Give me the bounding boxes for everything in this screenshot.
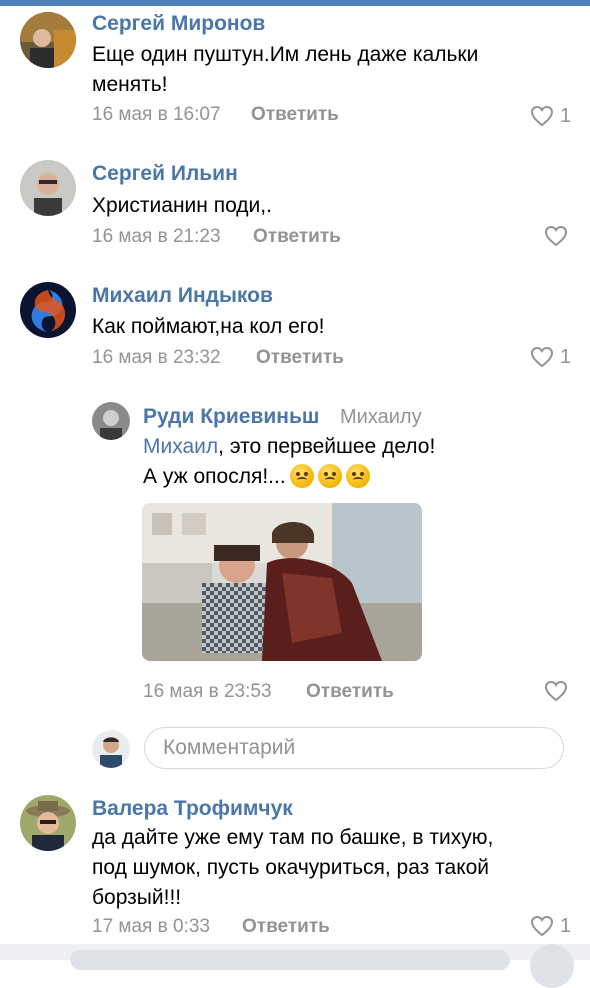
like-count: 1 bbox=[560, 345, 572, 368]
comment-text: Еще один пуштун.Им лень даже кальки меня… bbox=[92, 43, 479, 96]
reply-button[interactable]: Ответить bbox=[306, 681, 394, 703]
reply-button[interactable]: Ответить bbox=[251, 104, 339, 126]
heart-icon bbox=[544, 225, 568, 247]
comment-date[interactable]: 16 мая в 21:23 bbox=[92, 226, 221, 248]
comment-text: да дайте уже ему там по башке, в тихую, … bbox=[92, 826, 494, 909]
like-button[interactable] bbox=[544, 224, 574, 248]
comment-author[interactable]: Сергей Миронов bbox=[92, 12, 265, 36]
sad-emoji-icon bbox=[289, 464, 314, 488]
like-button[interactable] bbox=[544, 679, 574, 703]
sad-emoji-icon bbox=[345, 464, 370, 488]
send-button[interactable] bbox=[530, 944, 574, 988]
reply-author[interactable]: Руди Криевиньш bbox=[143, 405, 319, 429]
comment-author[interactable]: Сергей Ильин bbox=[92, 162, 238, 186]
heart-icon bbox=[544, 680, 568, 702]
like-button[interactable]: 1 bbox=[530, 914, 571, 938]
reply-text: Михаил, это первейшее дело! bbox=[143, 432, 435, 462]
comment-text: Как поймают,на кол его! bbox=[92, 315, 325, 338]
heart-icon bbox=[530, 915, 554, 937]
mention-link[interactable]: Михаил bbox=[143, 435, 218, 458]
like-button[interactable]: 1 bbox=[530, 345, 571, 369]
avatar[interactable] bbox=[20, 795, 76, 851]
reply-to-label[interactable]: Михаилу bbox=[340, 406, 422, 429]
avatar[interactable] bbox=[20, 12, 76, 68]
reply-date[interactable]: 16 мая в 23:53 bbox=[143, 681, 272, 703]
comment-text: Христианин поди,. bbox=[92, 194, 272, 217]
reply-text-line2: А уж опосля!... bbox=[143, 462, 370, 492]
avatar[interactable] bbox=[92, 402, 130, 440]
comment-author[interactable]: Валера Трофимчук bbox=[92, 797, 293, 821]
avatar[interactable] bbox=[20, 282, 76, 338]
comment-input[interactable]: Комментарий bbox=[144, 727, 564, 769]
avatar[interactable] bbox=[20, 160, 76, 216]
like-count: 1 bbox=[560, 104, 572, 127]
heart-icon bbox=[530, 105, 554, 127]
current-user-avatar[interactable] bbox=[92, 730, 130, 768]
comment-date[interactable]: 17 мая в 0:33 bbox=[92, 916, 210, 938]
heart-icon bbox=[530, 346, 554, 368]
reply-button[interactable]: Ответить bbox=[242, 916, 330, 938]
sad-emoji-icon bbox=[317, 464, 342, 488]
comment-author[interactable]: Михаил Индыков bbox=[92, 284, 273, 308]
comment-date[interactable]: 16 мая в 23:32 bbox=[92, 347, 221, 369]
comment-date[interactable]: 16 мая в 16:07 bbox=[92, 104, 221, 126]
top-accent-bar bbox=[0, 0, 590, 6]
like-count: 1 bbox=[560, 914, 572, 937]
like-button[interactable]: 1 bbox=[530, 104, 571, 128]
reply-button[interactable]: Ответить bbox=[256, 347, 344, 369]
reply-button[interactable]: Ответить bbox=[253, 226, 341, 248]
bottom-composer-field[interactable] bbox=[70, 950, 510, 970]
attached-photo[interactable] bbox=[142, 503, 422, 661]
reply-text-part: А уж опосля!... bbox=[143, 465, 286, 488]
reply-text-part: , это первейшее дело! bbox=[218, 435, 436, 458]
